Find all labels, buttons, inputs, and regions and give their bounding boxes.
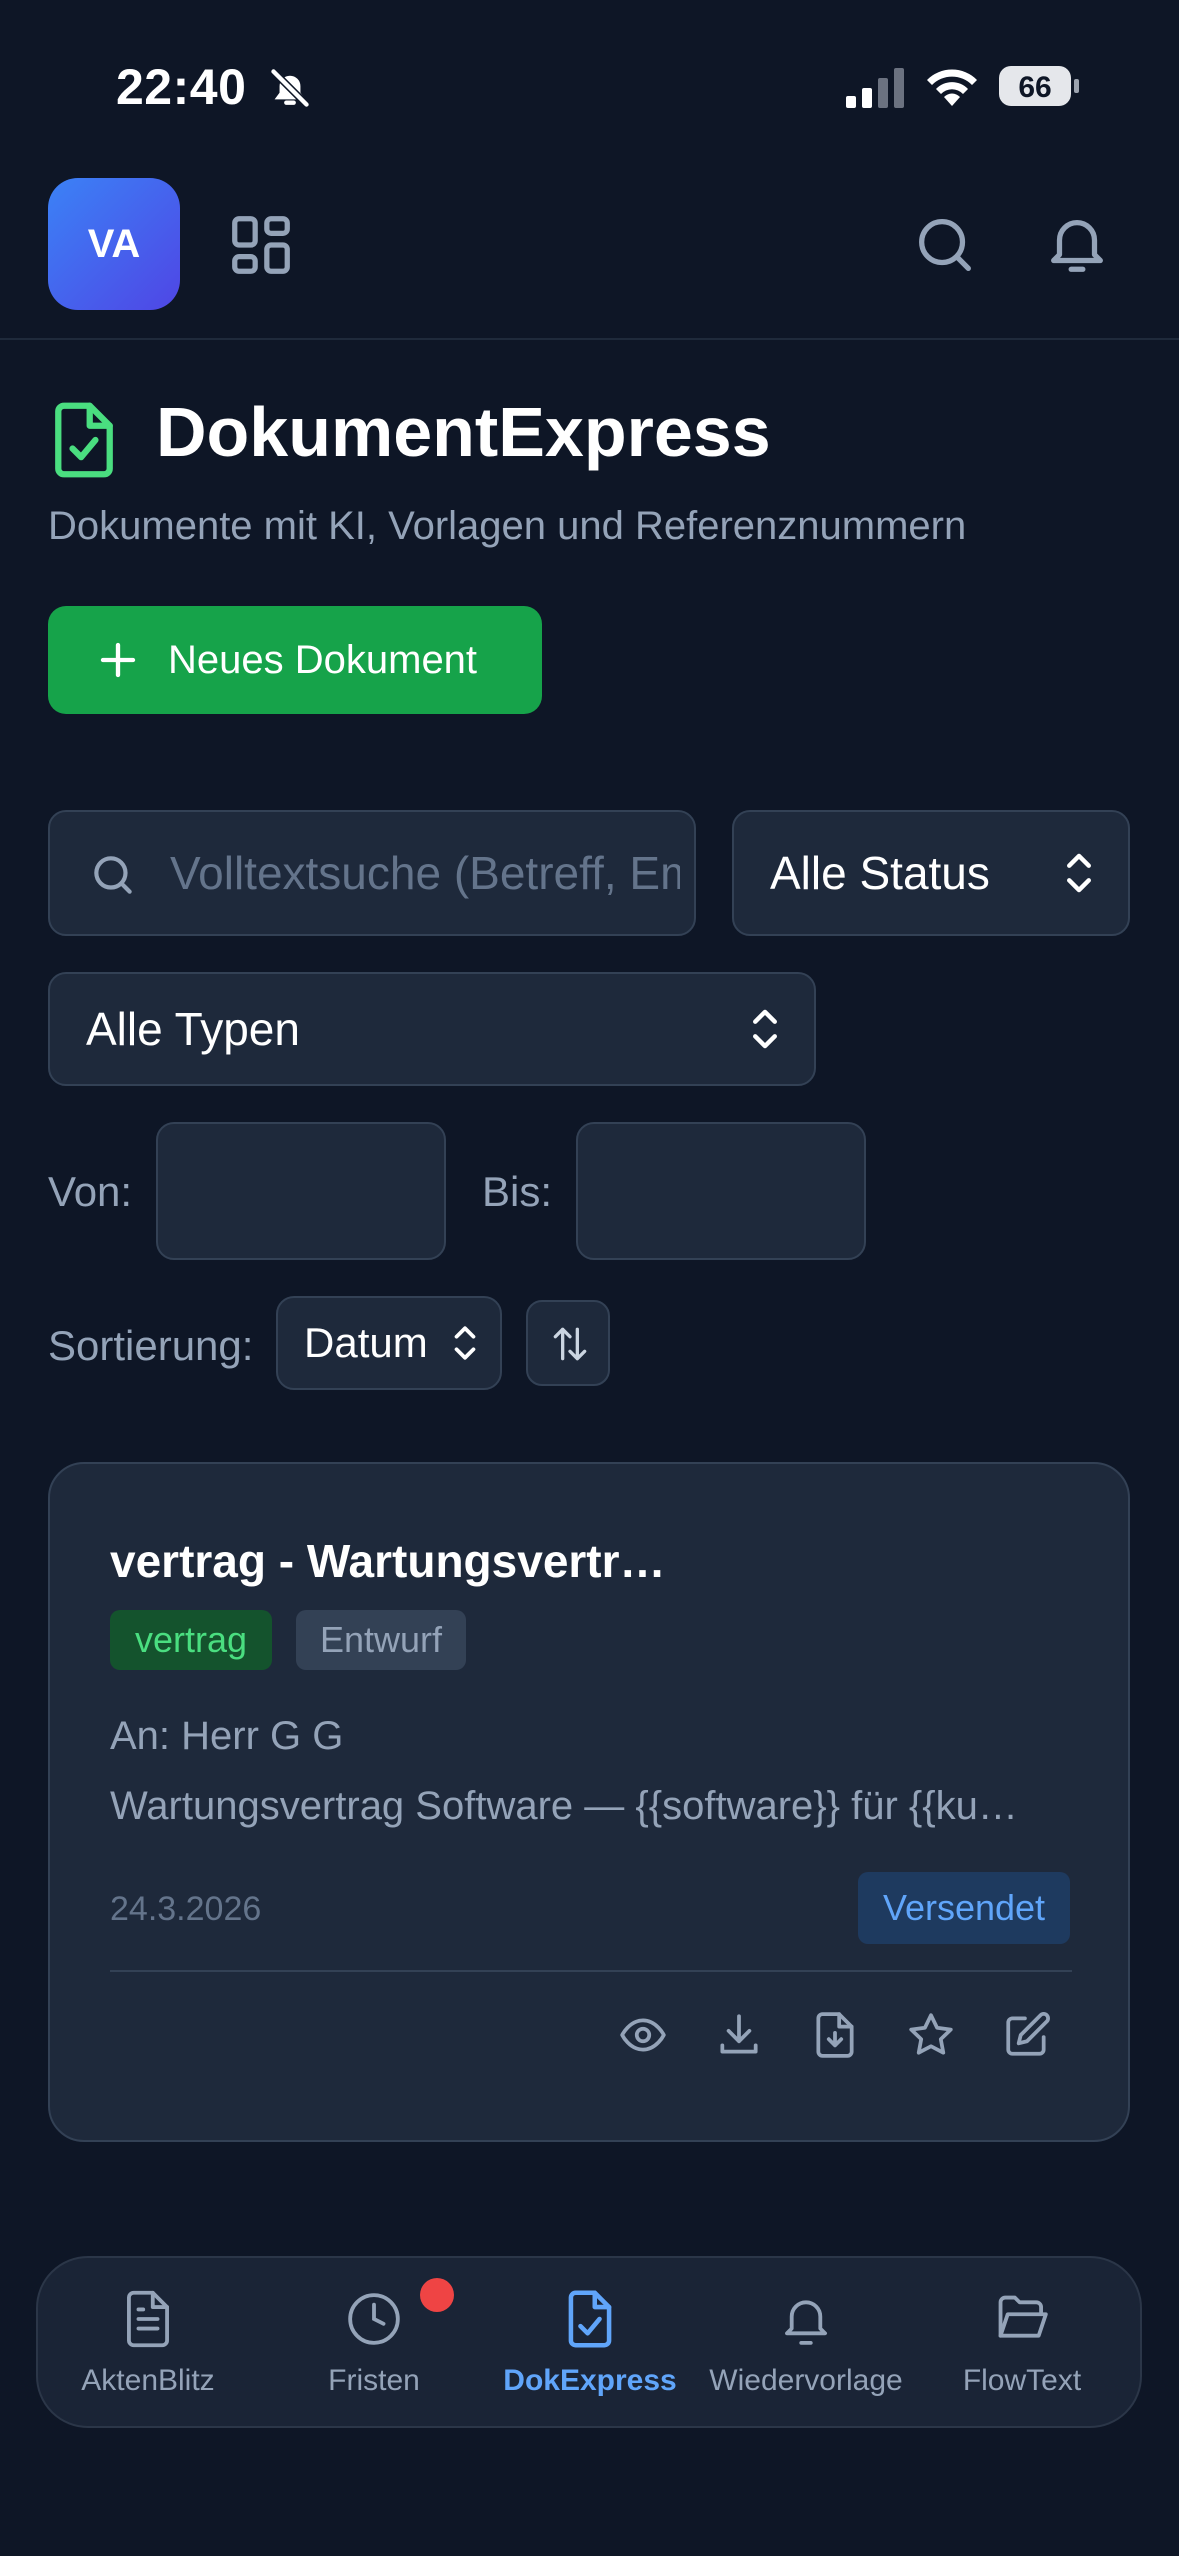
sort-direction-button[interactable] [526,1300,610,1386]
nav-item-wiedervorlage[interactable]: Wiedervorlage [698,2258,914,2426]
document-icon [127,2290,169,2348]
apps-grid-icon[interactable] [226,210,296,280]
document-status-badge: Versendet [858,1872,1070,1944]
cell-signal-icon [846,68,904,108]
status-time: 22:40 [116,59,247,115]
muted-bell-icon [269,67,311,109]
sort-label: Sortierung: [48,1322,254,1369]
download-icon[interactable] [714,2010,764,2060]
chevron-up-down-icon [1067,853,1091,893]
nav-item-dokexpress[interactable]: DokExpress [482,2258,698,2426]
nav-item-fristen[interactable]: Fristen [266,2258,482,2426]
date-to-input[interactable] [576,1122,866,1260]
file-download-icon[interactable] [810,2010,860,2060]
document-recipient: An: Herr G G [110,1714,344,1758]
clock-icon [348,2293,400,2345]
user-avatar[interactable]: VA [48,178,180,310]
chevron-up-down-icon [454,1326,476,1360]
status-select-value: Alle Status [770,847,990,899]
file-check-icon [568,2290,612,2348]
bottom-navigation: AktenBlitz Fristen DokExpress Wiedervorl… [36,2256,1142,2428]
battery-icon: 66 [999,66,1079,106]
document-card[interactable]: vertrag - Wartungsvertr… vertrag Entwurf… [48,1462,1130,2142]
plus-icon [100,642,136,678]
search-input[interactable] [170,812,680,934]
nav-label: FlowText [962,2364,1082,2397]
notification-bell-icon[interactable] [1042,208,1112,278]
file-check-icon [55,402,113,478]
document-subject: Wartungsvertrag Software — {{software}} … [110,1784,1018,1828]
document-title: vertrag - Wartungsvertr… [110,1535,666,1587]
app-header: VA [0,170,1179,340]
nav-label: DokExpress [503,2364,677,2397]
search-field[interactable] [48,810,696,936]
page-title: DokumentExpress [156,393,771,471]
type-select-value: Alle Typen [86,1003,300,1055]
nav-label: Wiedervorlage [709,2364,903,2397]
nav-label: Fristen [328,2364,420,2397]
document-type-badge: vertrag [110,1610,272,1670]
search-icon [94,856,132,894]
folder-open-icon [998,2295,1048,2338]
status-bar: 22:40 66 [0,0,1179,170]
view-eye-icon[interactable] [618,2010,668,2060]
sort-arrows-icon [553,1327,587,1361]
sort-select[interactable]: Datum [276,1296,502,1390]
star-icon[interactable] [906,2010,956,2060]
date-from-input[interactable] [156,1122,446,1260]
date-from-label: Von: [48,1168,133,1215]
nav-item-aktenblitz[interactable]: AktenBlitz [40,2258,256,2426]
document-date: 24.3.2026 [110,1890,262,1928]
wifi-icon [927,69,977,106]
nav-item-flowtext[interactable]: FlowText [914,2258,1130,2426]
page-subtitle: Dokumente mit KI, Vorlagen und Referenzn… [48,504,967,548]
document-state-badge: Entwurf [296,1610,466,1670]
new-document-button[interactable]: Neues Dokument [48,606,542,714]
bell-icon [785,2300,827,2345]
battery-level: 66 [1018,71,1051,104]
card-divider [110,1970,1072,1972]
edit-icon[interactable] [1002,2010,1052,2060]
date-to-label: Bis: [482,1168,553,1215]
chevron-up-down-icon [753,1009,777,1049]
status-select[interactable]: Alle Status [732,810,1130,936]
type-select[interactable]: Alle Typen [48,972,816,1086]
new-document-label: Neues Dokument [168,637,478,682]
notification-dot [420,2278,454,2312]
sort-select-value: Datum [304,1319,428,1366]
nav-label: AktenBlitz [81,2364,215,2397]
search-icon[interactable] [910,210,980,280]
